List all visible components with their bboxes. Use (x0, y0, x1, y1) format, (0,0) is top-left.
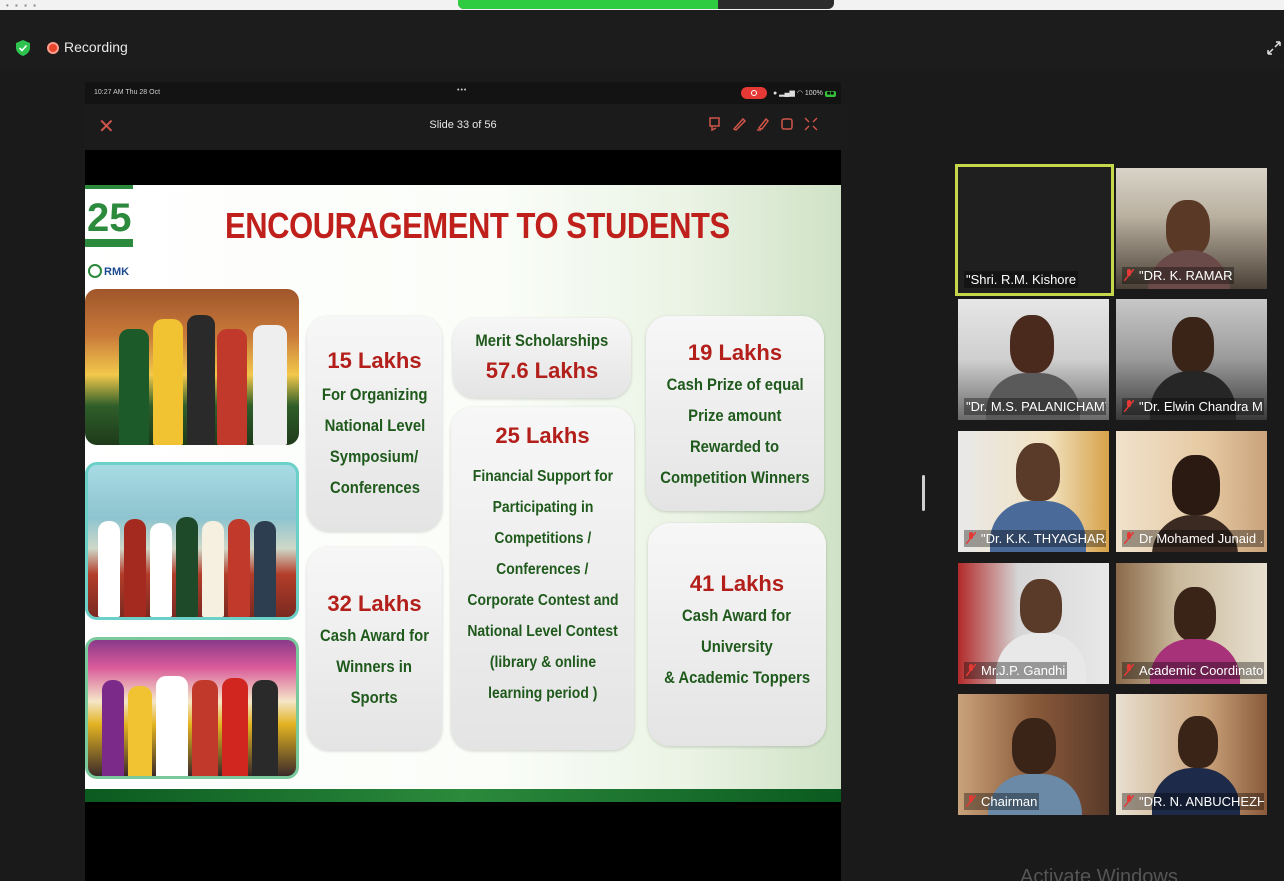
card-line: Sports (350, 689, 399, 707)
participant-tile[interactable]: Mr.J.P. Gandhi (958, 563, 1109, 684)
participant-tile[interactable]: Academic Coordinator (1116, 563, 1267, 684)
card-line: & Academic Toppers (663, 669, 811, 687)
participant-name: "Dr. K.K. THYAGHARA... (981, 531, 1106, 546)
card-line: Rewarded to (690, 438, 780, 456)
card-line: learning period ) (487, 685, 598, 702)
card-line: Prize amount (688, 407, 782, 425)
battery-percent: 100% (804, 90, 823, 97)
card-line: Competitions / (494, 530, 591, 547)
photo-award-ceremony-2 (85, 462, 299, 620)
muted-mic-icon (966, 532, 976, 544)
card-line: Conferences (329, 479, 420, 497)
card-line: For Organizing (321, 386, 428, 404)
card-line: Symposium/ (330, 448, 419, 466)
card-symposium-funding: 15 Lakhs For Organizing National Level S… (307, 316, 442, 531)
card-amount: 57.6 Lakhs (485, 358, 599, 383)
participant-name: Academic Coordinator (1139, 663, 1264, 678)
card-line: National Level (324, 417, 425, 435)
card-line: Cash Award for (682, 607, 792, 625)
card-label: Merit Scholarships (475, 332, 609, 350)
card-line: Cash Award for (320, 627, 429, 645)
screen-share-pill[interactable] (458, 0, 834, 9)
eraser-icon[interactable] (779, 116, 795, 132)
device-time: 10:27 AM Thu 28 Oct (94, 89, 161, 96)
top-strip-dots: • ▪ ▪ ▪ (6, 1, 38, 10)
card-line: National Level Contest (467, 623, 618, 640)
card-competition-cash-prize: 19 Lakhs Cash Prize of equal Prize amoun… (646, 316, 824, 511)
slide-control-bar: ✕ Slide 33 of 56 (85, 104, 841, 150)
shared-device-status-bar: 10:27 AM Thu 28 Oct ••• ● ▂▄▆ ◠ 100% ■■ (85, 82, 841, 104)
fullscreen-expand-icon[interactable] (1266, 40, 1282, 56)
card-line: Financial Support for (472, 468, 613, 485)
institution-logo: 25 RMK (85, 185, 133, 278)
card-amount: 41 Lakhs (689, 571, 785, 596)
panel-resize-handle[interactable] (922, 475, 925, 511)
slide-title: ENCOURAGEMENT TO STUDENTS (225, 205, 730, 246)
svg-text:25: 25 (87, 196, 132, 240)
participant-tile[interactable]: Chairman (958, 694, 1109, 815)
participant-tile[interactable]: "Dr. M.S. PALANICHAMY (958, 299, 1109, 420)
muted-mic-icon (1124, 664, 1134, 676)
marker-icon[interactable] (707, 116, 723, 132)
card-line: Competition Winners (660, 469, 810, 487)
card-line: (library & online (489, 654, 596, 671)
security-shield-icon[interactable] (16, 40, 30, 56)
pen-icon[interactable] (731, 116, 747, 132)
participant-name: Dr Mohamed Junaid ... (1139, 531, 1264, 546)
highlighter-icon[interactable] (755, 116, 771, 132)
meeting-top-bar: Recording (0, 10, 1284, 68)
participant-tile[interactable]: "Dr. K.K. THYAGHARA... (958, 431, 1109, 552)
participant-tile[interactable]: "DR. K. RAMAR (1116, 168, 1267, 289)
card-amount: 19 Lakhs (687, 340, 783, 365)
muted-mic-icon (1124, 532, 1134, 544)
card-line: Conferences / (496, 561, 589, 578)
recording-label[interactable]: Recording (64, 39, 128, 55)
shared-screen: 10:27 AM Thu 28 Oct ••• ● ▂▄▆ ◠ 100% ■■ … (85, 82, 841, 881)
participant-name: Chairman (981, 794, 1038, 809)
muted-mic-icon (966, 795, 976, 807)
device-status-dots: ••• (457, 87, 468, 94)
device-record-badge (741, 87, 767, 99)
card-amount: 25 Lakhs (495, 423, 590, 448)
logo-text: RMK (104, 266, 129, 278)
card-financial-support: 25 Lakhs Financial Support for Participa… (451, 407, 634, 750)
participant-name: Mr.J.P. Gandhi (981, 663, 1066, 678)
participant-name: "Dr. Elwin Chandra M... (1139, 399, 1264, 414)
device-system-icons: ● ▂▄▆ ◠ 100% ■■ (773, 90, 837, 97)
top-strip: • ▪ ▪ ▪ (0, 0, 1284, 10)
card-academic-toppers-award: 41 Lakhs Cash Award for University & Aca… (648, 523, 826, 746)
card-amount: 15 Lakhs (327, 348, 422, 373)
muted-mic-icon (1124, 269, 1134, 281)
card-amount: 32 Lakhs (327, 591, 422, 616)
card-line: Winners in (336, 658, 413, 676)
participant-name: "Dr. M.S. PALANICHAMY (964, 398, 1106, 415)
card-line: University (701, 638, 773, 656)
participant-tile[interactable]: "Shri. R.M. Kishore (955, 164, 1114, 296)
participant-name: "DR. N. ANBUCHEZHI... (1139, 794, 1264, 809)
muted-mic-icon (1124, 795, 1134, 807)
collapse-icon[interactable] (803, 116, 819, 132)
card-line: Participating in (492, 499, 593, 516)
participant-tile[interactable]: "DR. N. ANBUCHEZHI... (1116, 694, 1267, 815)
photo-award-ceremony-3 (85, 637, 299, 779)
activation-watermark: Activate Windows (1020, 866, 1178, 881)
participant-tile[interactable]: "Dr. Elwin Chandra M... (1116, 299, 1267, 420)
photo-award-ceremony-1 (85, 289, 299, 445)
participant-tile[interactable]: Dr Mohamed Junaid ... (1116, 431, 1267, 552)
presentation-slide: 25 RMK ENCOURAGEMENT TO STUDENTS 15 Lakh… (85, 185, 841, 802)
card-line: Corporate Contest and (466, 592, 619, 609)
card-merit-scholarships: Merit Scholarships 57.6 Lakhs (453, 318, 631, 398)
recording-icon[interactable] (47, 42, 59, 54)
slide-footer-bar (85, 789, 841, 802)
participant-name: "DR. K. RAMAR (1139, 268, 1233, 283)
battery-icon: ■■ (824, 91, 837, 97)
card-sports-cash-award: 32 Lakhs Cash Award for Winners in Sport… (307, 547, 442, 750)
muted-mic-icon (1124, 400, 1134, 412)
muted-mic-icon (966, 664, 976, 676)
annotation-toolbar (707, 116, 819, 132)
participant-name: "Shri. R.M. Kishore (964, 271, 1079, 288)
card-line: Cash Prize of equal (666, 376, 804, 394)
